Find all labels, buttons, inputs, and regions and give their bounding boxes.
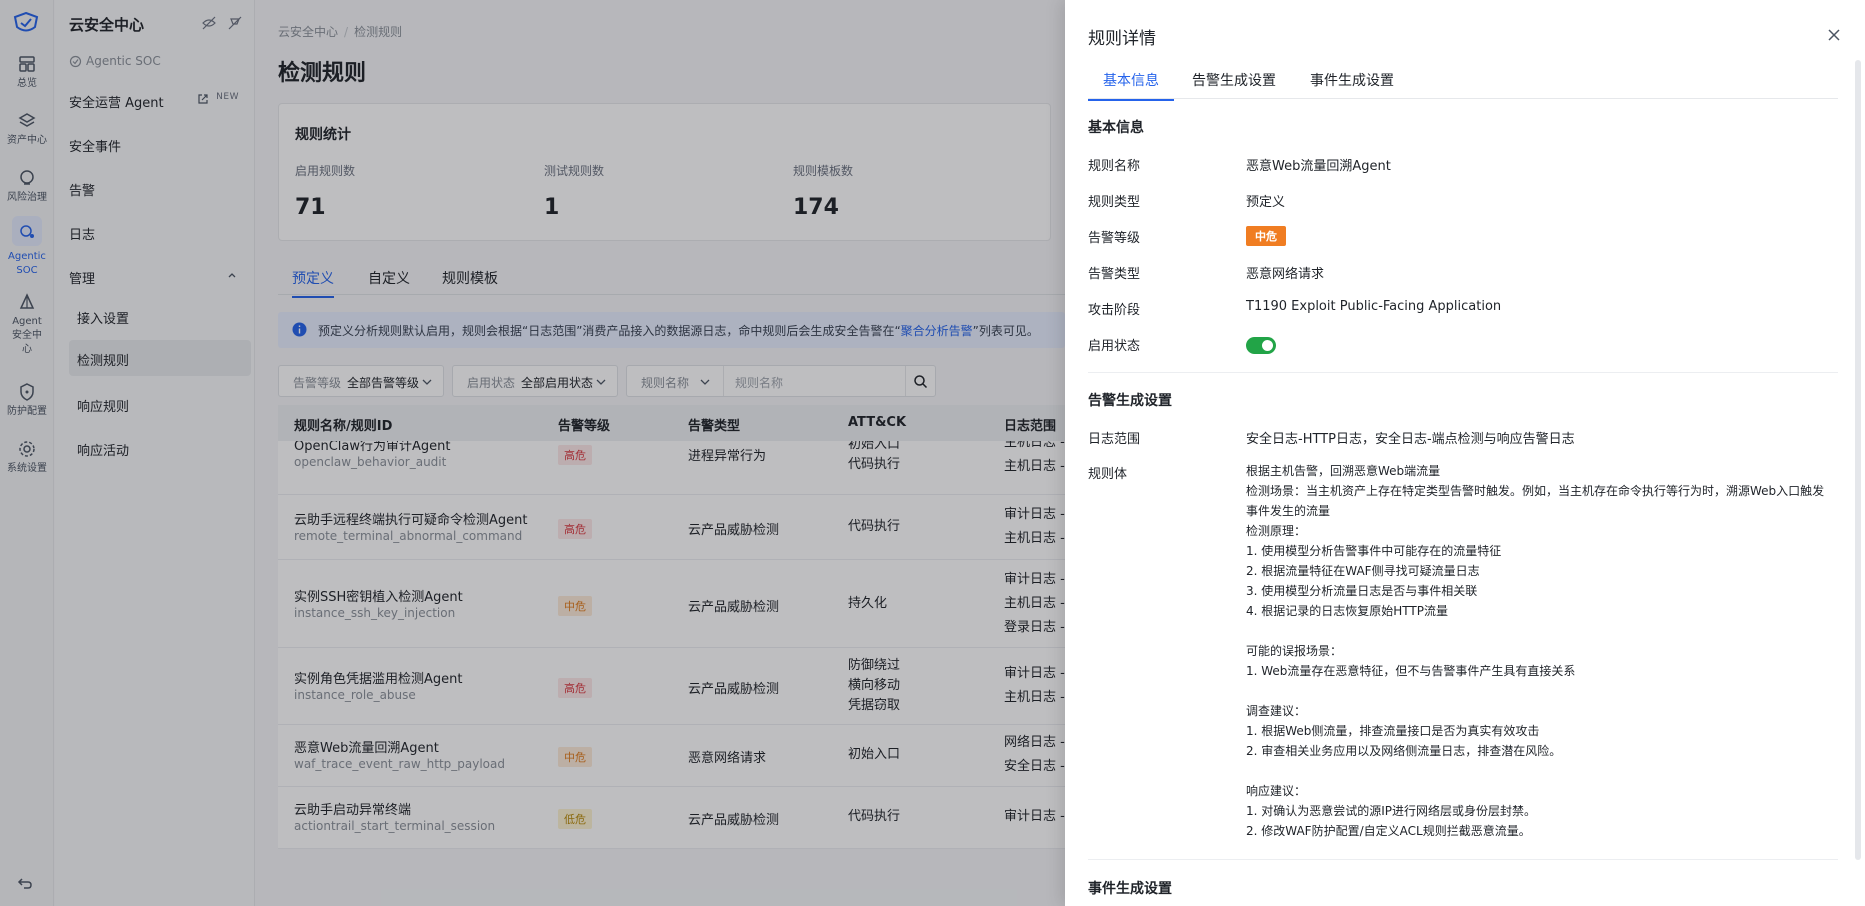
field-label: 攻击阶段 xyxy=(1088,303,1141,318)
tab-alert-settings[interactable]: 告警生成设置 xyxy=(1177,70,1291,99)
enable-status-toggle[interactable] xyxy=(1246,337,1276,354)
rule-body-text: 根据主机告警，回溯恶意Web端流量 检测场景：当主机资产上存在特定类型告警时触发… xyxy=(1246,464,1825,838)
drawer-title: 规则详情 xyxy=(1088,29,1156,49)
divider xyxy=(1088,859,1838,860)
field-label: 启用状态 xyxy=(1088,339,1141,354)
field-label: 规则名称 xyxy=(1088,159,1141,174)
drawer-scrollbar[interactable] xyxy=(1855,60,1861,860)
divider xyxy=(1088,372,1838,373)
section-basic-info: 基本信息 xyxy=(1088,120,1144,136)
tab-event-settings[interactable]: 事件生成设置 xyxy=(1295,70,1409,99)
field-label: 告警类型 xyxy=(1088,267,1141,282)
drawer-tabs: 基本信息 告警生成设置 事件生成设置 xyxy=(1088,66,1838,101)
attack-stage-value: T1190 Exploit Public-Facing Application xyxy=(1246,299,1502,314)
modal-overlay[interactable] xyxy=(0,0,1065,906)
section-alert-settings: 告警生成设置 xyxy=(1088,393,1172,409)
field-label: 规则体 xyxy=(1088,467,1128,482)
rule-name-value: 恶意Web流量回溯Agent xyxy=(1246,159,1391,174)
tab-basic-info[interactable]: 基本信息 xyxy=(1088,70,1174,101)
section-event-settings: 事件生成设置 xyxy=(1088,881,1172,897)
log-scope-value: 安全日志-HTTP日志，安全日志-端点检测与响应告警日志 xyxy=(1246,432,1575,447)
rule-type-value: 预定义 xyxy=(1246,195,1286,210)
rule-detail-drawer: 规则详情 基本信息 告警生成设置 事件生成设置 基本信息 规则名称 恶意Web流… xyxy=(1065,0,1865,906)
field-label: 日志范围 xyxy=(1088,432,1141,447)
alert-type-value: 恶意网络请求 xyxy=(1246,267,1325,282)
close-icon[interactable] xyxy=(1827,28,1841,42)
field-label: 规则类型 xyxy=(1088,195,1141,210)
field-label: 告警等级 xyxy=(1088,231,1141,246)
alert-level-badge: 中危 xyxy=(1246,226,1286,246)
